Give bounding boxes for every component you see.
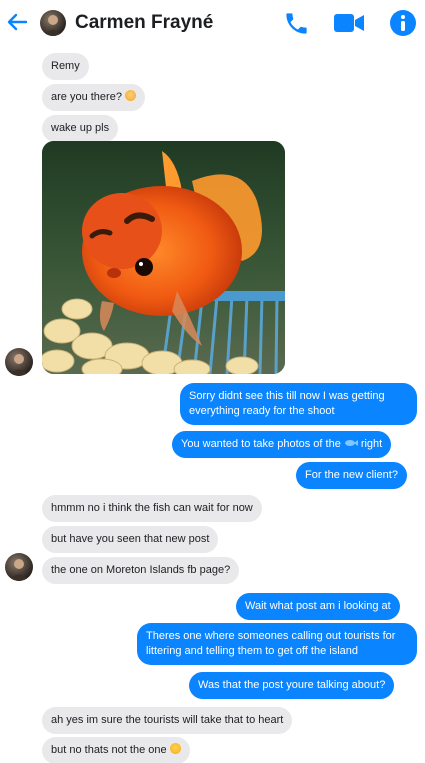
message-outgoing[interactable]: You wanted to take photos of the right (172, 431, 392, 458)
contact-avatar[interactable] (5, 553, 33, 581)
message-text: right (360, 438, 383, 450)
message-text: Theres one where someones calling out to… (146, 630, 396, 657)
message-text: ah yes im sure the tourists will take th… (51, 714, 284, 726)
message-outgoing[interactable]: Sorry didnt see this till now I was gett… (180, 383, 417, 425)
message-text: Wait what post am i looking at (245, 600, 391, 612)
contact-avatar[interactable] (5, 348, 33, 376)
message-text: wake up pls (51, 122, 110, 134)
contact-avatar[interactable] (40, 10, 66, 36)
fish-emoji-icon (344, 440, 358, 446)
message-incoming[interactable]: wake up pls (42, 115, 119, 142)
message-text: but have you seen that new post (51, 533, 210, 545)
sad-face-emoji-icon (124, 90, 136, 101)
arrow-left-icon[interactable] (6, 11, 28, 33)
message-outgoing[interactable]: Theres one where someones calling out to… (137, 623, 417, 665)
info-icon[interactable] (389, 9, 417, 37)
message-incoming[interactable]: are you there? (42, 84, 145, 111)
phone-icon[interactable] (283, 10, 310, 37)
laughing-emoji-icon (169, 743, 181, 754)
message-text: are you there? (51, 91, 122, 103)
message-text: Was that the post youre talking about? (198, 679, 386, 691)
message-text: but no thats not the one (51, 744, 167, 756)
message-incoming[interactable]: ah yes im sure the tourists will take th… (42, 707, 293, 734)
message-incoming[interactable]: the one on Moreton Islands fb page? (42, 557, 240, 584)
message-incoming[interactable]: hmmm no i think the fish can wait for no… (42, 495, 262, 522)
message-text: For the new client? (305, 469, 398, 481)
message-text: the one on Moreton Islands fb page? (51, 564, 231, 576)
message-outgoing[interactable]: Was that the post youre talking about? (189, 672, 395, 699)
message-outgoing[interactable]: For the new client? (296, 462, 407, 489)
message-incoming[interactable]: but no thats not the one (42, 737, 190, 763)
chat-header: Carmen Frayné (0, 0, 425, 46)
contact-name[interactable]: Carmen Frayné (75, 12, 213, 34)
message-outgoing[interactable]: Wait what post am i looking at (236, 593, 400, 620)
message-text: You wanted to take photos of the (181, 438, 341, 450)
message-text: hmmm no i think the fish can wait for no… (51, 502, 253, 514)
video-camera-icon[interactable] (333, 12, 365, 34)
message-text: Sorry didnt see this till now I was gett… (189, 390, 385, 417)
message-incoming[interactable]: but have you seen that new post (42, 526, 219, 553)
message-incoming[interactable]: Remy (42, 53, 89, 80)
goldfish-photo[interactable] (42, 141, 285, 374)
message-text: Remy (51, 60, 80, 72)
